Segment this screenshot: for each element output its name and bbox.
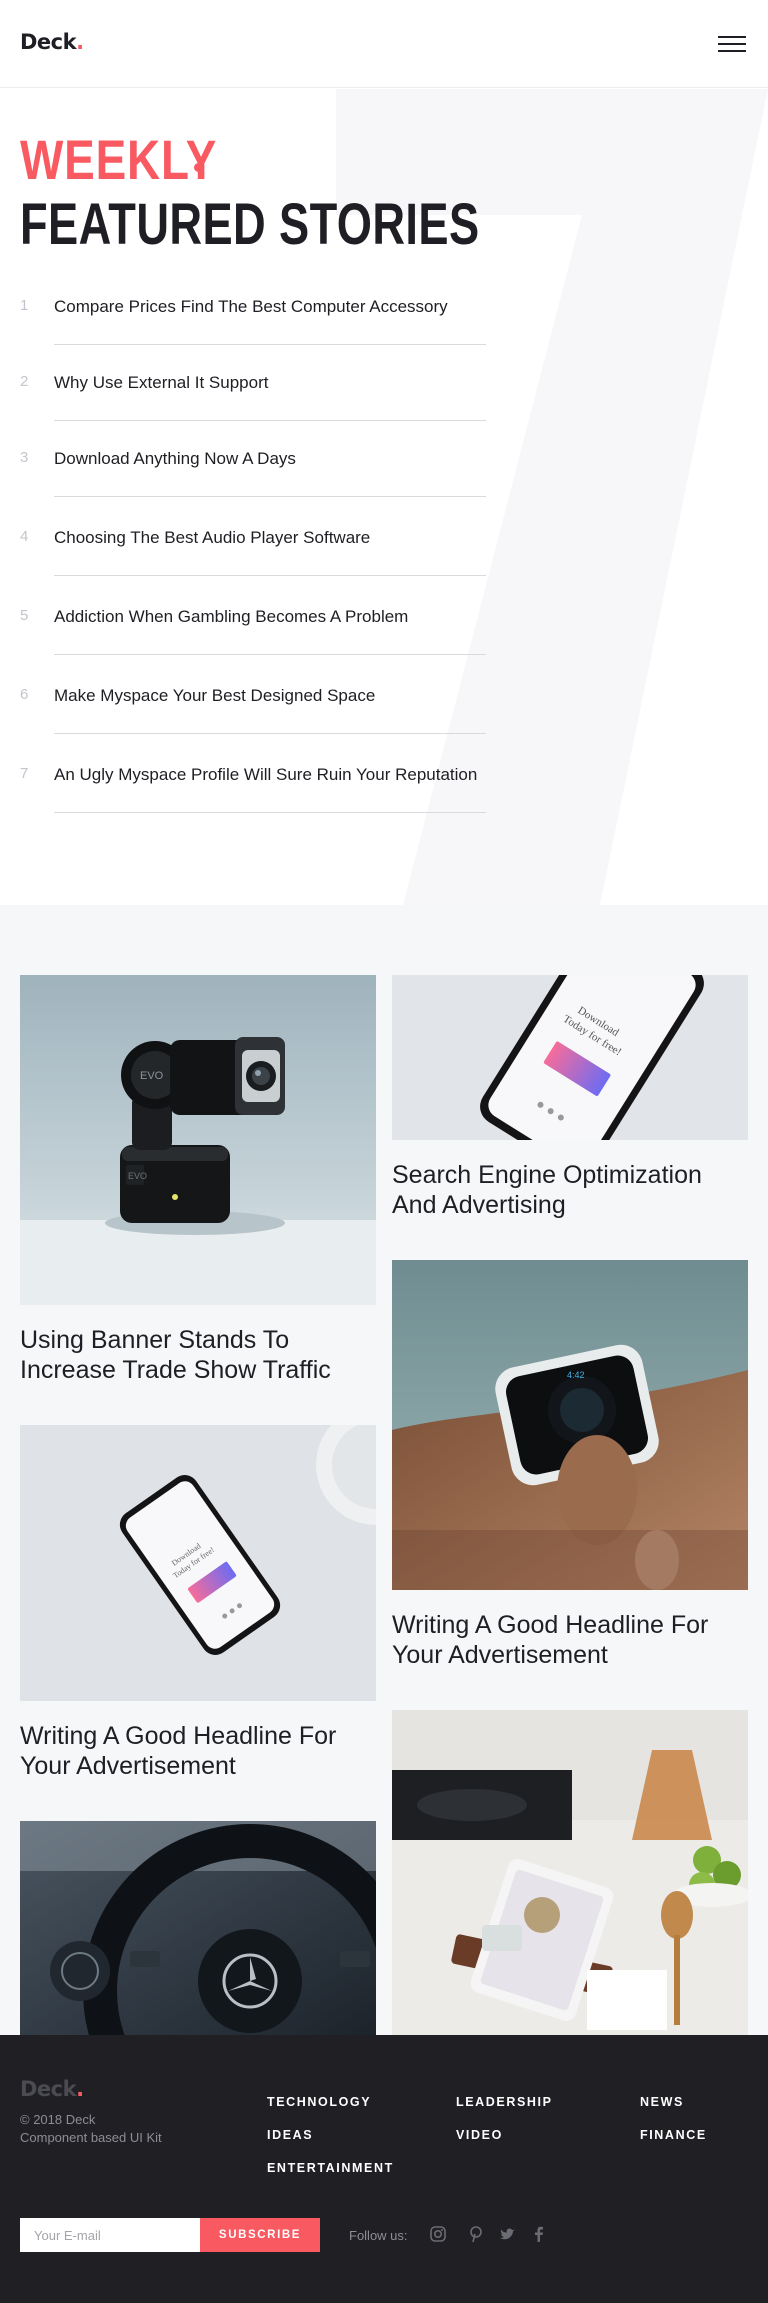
article-card[interactable]: 4:42 Writing A Good Headline For Your Ad… bbox=[392, 1260, 748, 1680]
tablet-kitchen-photo[interactable] bbox=[392, 1710, 748, 2035]
footer-link-finance[interactable]: FINANCE bbox=[640, 2128, 707, 2142]
story-item[interactable]: 5 Addiction When Gambling Becomes A Prob… bbox=[0, 599, 490, 678]
instagram-icon[interactable] bbox=[429, 2225, 447, 2243]
divider bbox=[54, 733, 486, 734]
car-steering-wheel-photo[interactable] bbox=[20, 1821, 376, 2035]
camera-brand-lower: EVO bbox=[128, 1171, 147, 1181]
footer-link-news[interactable]: NEWS bbox=[640, 2095, 684, 2109]
phone-download-photo[interactable]: Download Today for free! bbox=[392, 975, 748, 1140]
heading-weekly: WEEKLY bbox=[20, 128, 218, 191]
article-card[interactable] bbox=[392, 1710, 748, 2035]
article-grid: EVO EVO Using Banner Stands To Increase … bbox=[0, 905, 768, 2035]
footer-copyright: © 2018 Deck Component based UI Kit bbox=[20, 2111, 162, 2147]
follow-us-label: Follow us: bbox=[349, 2228, 408, 2243]
footer-logo-dot: . bbox=[76, 2077, 84, 2101]
heading-dot bbox=[194, 163, 203, 172]
story-number: 6 bbox=[20, 686, 29, 703]
story-title[interactable]: Download Anything Now A Days bbox=[54, 449, 296, 469]
gimbal-camera-photo[interactable]: EVO EVO bbox=[20, 975, 376, 1305]
story-number: 7 bbox=[20, 765, 29, 782]
heading-featured-stories: FEATURED STORIES bbox=[20, 192, 480, 257]
article-card[interactable]: Download Today for free! Search Engine O… bbox=[392, 975, 748, 1225]
divider bbox=[54, 654, 486, 655]
subscribe-button[interactable]: SUBSCRIBE bbox=[200, 2218, 320, 2252]
story-title[interactable]: Choosing The Best Audio Player Software bbox=[54, 528, 370, 548]
story-title[interactable]: Addiction When Gambling Becomes A Proble… bbox=[54, 607, 408, 627]
article-title[interactable]: Writing A Good Headline For Your Adverti… bbox=[20, 1721, 376, 1781]
copyright-text: © 2018 Deck bbox=[20, 2112, 96, 2127]
article-card[interactable] bbox=[20, 1821, 376, 2035]
story-item[interactable]: 3 Download Anything Now A Days bbox=[0, 441, 490, 520]
story-number: 2 bbox=[20, 373, 29, 390]
story-item[interactable]: 2 Why Use External It Support bbox=[0, 365, 490, 444]
footer-link-leadership[interactable]: LEADERSHIP bbox=[456, 2095, 553, 2109]
divider bbox=[54, 496, 486, 497]
twitter-icon[interactable] bbox=[499, 2225, 517, 2243]
story-title[interactable]: Compare Prices Find The Best Computer Ac… bbox=[54, 297, 448, 317]
logo-text: Deck bbox=[20, 30, 77, 54]
site-footer: Deck. © 2018 Deck Component based UI Kit… bbox=[0, 2035, 768, 2303]
pinterest-icon[interactable] bbox=[467, 2225, 485, 2243]
featured-stories-section: WEEKLY FEATURED STORIES 1 Compare Prices… bbox=[0, 89, 768, 905]
divider bbox=[54, 812, 486, 813]
article-title[interactable]: Writing A Good Headline For Your Adverti… bbox=[392, 1610, 748, 1670]
footer-logo[interactable]: Deck. bbox=[20, 2077, 84, 2101]
hamburger-menu-icon[interactable] bbox=[718, 34, 748, 54]
logo-dot: . bbox=[76, 30, 84, 54]
watch-time: 4:42 bbox=[567, 1370, 585, 1380]
email-input[interactable] bbox=[20, 2218, 200, 2252]
story-item[interactable]: 7 An Ugly Myspace Profile Will Sure Ruin… bbox=[0, 757, 490, 836]
story-title[interactable]: Why Use External It Support bbox=[54, 373, 268, 393]
story-item[interactable]: 1 Compare Prices Find The Best Computer … bbox=[0, 289, 490, 368]
story-item[interactable]: 4 Choosing The Best Audio Player Softwar… bbox=[0, 520, 490, 599]
footer-logo-text: Deck bbox=[20, 2077, 77, 2101]
story-number: 5 bbox=[20, 607, 29, 624]
footer-link-technology[interactable]: TECHNOLOGY bbox=[267, 2095, 371, 2109]
footer-link-video[interactable]: VIDEO bbox=[456, 2128, 503, 2142]
site-header: Deck. bbox=[0, 0, 768, 88]
divider bbox=[54, 420, 486, 421]
divider bbox=[54, 344, 486, 345]
story-title[interactable]: An Ugly Myspace Profile Will Sure Ruin Y… bbox=[54, 765, 477, 785]
facebook-icon[interactable] bbox=[530, 2225, 548, 2243]
footer-link-entertainment[interactable]: ENTERTAINMENT bbox=[267, 2161, 394, 2175]
phone-on-desk-photo[interactable]: Download Today for free! bbox=[20, 1425, 376, 1701]
article-title[interactable]: Using Banner Stands To Increase Trade Sh… bbox=[20, 1325, 376, 1385]
divider bbox=[54, 575, 486, 576]
story-title[interactable]: Make Myspace Your Best Designed Space bbox=[54, 686, 375, 706]
smartwatch-photo[interactable]: 4:42 bbox=[392, 1260, 748, 1590]
article-card[interactable]: Download Today for free! Writing A Good … bbox=[20, 1425, 376, 1785]
story-number: 1 bbox=[20, 297, 29, 314]
tagline-text: Component based UI Kit bbox=[20, 2130, 162, 2145]
article-title[interactable]: Search Engine Optimization And Advertisi… bbox=[392, 1160, 748, 1220]
logo[interactable]: Deck. bbox=[20, 30, 84, 54]
story-number: 3 bbox=[20, 449, 29, 466]
camera-brand-upper: EVO bbox=[140, 1070, 164, 1082]
article-card[interactable]: EVO EVO Using Banner Stands To Increase … bbox=[20, 975, 376, 1385]
footer-link-ideas[interactable]: IDEAS bbox=[267, 2128, 313, 2142]
story-item[interactable]: 6 Make Myspace Your Best Designed Space bbox=[0, 678, 490, 757]
story-number: 4 bbox=[20, 528, 29, 545]
